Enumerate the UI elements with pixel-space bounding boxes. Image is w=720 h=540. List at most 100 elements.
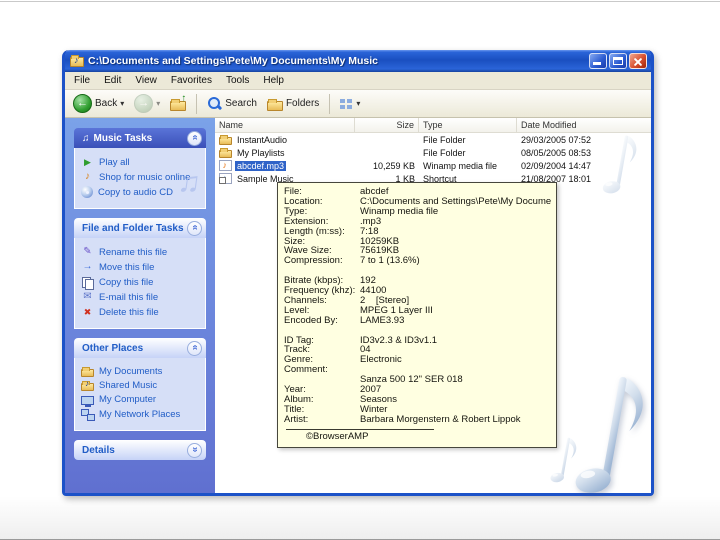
tooltip-line	[284, 326, 551, 336]
column-header[interactable]: Name	[215, 118, 355, 133]
tooltip-line: Frequency (khz): 44100	[284, 286, 387, 296]
task-link[interactable]: Play all	[81, 156, 202, 168]
column-header-row: Name Size Type Date Modified	[215, 118, 651, 133]
table-row[interactable]: My Playlists File Folder 08/05/2005 08:5…	[215, 146, 651, 159]
file-info-tooltip: File: abcdef Location: C:\Documents and …	[277, 182, 557, 448]
task-icon	[81, 171, 94, 183]
other-places-body: My Documents Shared Music My Computer	[74, 358, 206, 431]
task-link[interactable]: Copy this file	[81, 276, 202, 290]
chevron-up-icon[interactable]	[187, 130, 202, 146]
tooltip-line: Extension: .mp3	[284, 216, 382, 227]
tooltip-line: ID Tag: ID3v2.3 & ID3v1.1	[284, 335, 438, 346]
back-button[interactable]: Back	[70, 93, 127, 114]
task-icon	[81, 156, 94, 168]
place-icon	[81, 395, 94, 407]
tooltip-line: Track: 04	[284, 345, 371, 356]
place-link[interactable]: My Network Places	[81, 408, 202, 421]
tooltip-line: Type: Winamp media file	[284, 206, 439, 217]
up-button[interactable]	[167, 93, 189, 112]
details-header[interactable]: Details	[74, 440, 206, 460]
panel-title: File and Folder Tasks	[82, 222, 184, 234]
maximize-button[interactable]	[609, 53, 627, 69]
task-link[interactable]: Rename this file	[81, 246, 202, 258]
task-link[interactable]: Delete this file	[81, 306, 202, 318]
file-icon	[219, 134, 232, 145]
task-icon	[81, 291, 94, 303]
chevron-up-icon[interactable]	[187, 340, 202, 356]
minimize-button[interactable]	[589, 53, 607, 69]
forward-button[interactable]	[131, 93, 163, 114]
menu-item[interactable]: View	[128, 73, 164, 88]
file-tasks-header[interactable]: File and Folder Tasks	[74, 218, 206, 238]
music-note-icon: ♫	[82, 132, 90, 144]
panel-other-places: Other Places My Documents Shared	[74, 338, 206, 431]
panel-details: Details	[74, 440, 206, 460]
tooltip-line: Comment:	[284, 365, 328, 376]
tooltip-line: Encoded By: LAME3.93	[284, 315, 405, 326]
magnifier-icon	[207, 96, 222, 111]
title-bar[interactable]: C:\Documents and Settings\Pete\My Docume…	[65, 50, 651, 72]
task-link[interactable]: E-mail this file	[81, 291, 202, 303]
task-link[interactable]: Copy to audio CD	[81, 186, 202, 198]
views-dropdown-icon	[356, 98, 360, 109]
search-button[interactable]: Search	[204, 95, 260, 112]
place-link[interactable]: My Documents	[81, 366, 202, 377]
toolbar: Back Search Folders	[65, 90, 651, 118]
tooltip-line: Artist: Barbara Morgenstern & Robert Lip…	[284, 414, 521, 425]
place-icon	[81, 380, 94, 391]
file-rows: InstantAudio File Folder 29/03/2005 07:5…	[215, 133, 651, 185]
music-tasks-header[interactable]: ♫ Music Tasks	[74, 128, 206, 148]
tooltip-line: Bitrate (kbps): 192	[284, 276, 376, 287]
task-icon	[81, 276, 94, 290]
views-button[interactable]	[337, 97, 363, 111]
menu-item[interactable]: Help	[256, 73, 291, 88]
tooltip-line: Wave Size: 75619KB	[284, 246, 400, 257]
menu-item[interactable]: Edit	[97, 73, 128, 88]
file-icon	[219, 160, 232, 171]
place-icon	[81, 408, 95, 421]
other-places-header[interactable]: Other Places	[74, 338, 206, 358]
music-folder-icon	[70, 55, 84, 67]
menu-item[interactable]: Tools	[219, 73, 256, 88]
table-row[interactable]: abcdef.mp3 10,259 KB Winamp media file 0…	[215, 159, 651, 172]
column-header[interactable]: Type	[419, 118, 517, 133]
tooltip-line: Year: 2007	[284, 385, 382, 395]
chevron-up-icon[interactable]	[187, 220, 202, 236]
window-title: C:\Documents and Settings\Pete\My Docume…	[88, 55, 378, 67]
panel-title: Details	[82, 444, 115, 456]
toolbar-separator	[196, 93, 198, 114]
place-link[interactable]: Shared Music	[81, 380, 202, 391]
folders-button[interactable]: Folders	[264, 96, 322, 112]
forward-arrow-icon	[134, 94, 154, 113]
music-tasks-body: ♫ Play all Shop for music online	[74, 148, 206, 209]
tooltip-line: Channels: 2 [Stereo]	[284, 295, 410, 306]
file-size: 10,259 KB	[372, 160, 415, 171]
task-link[interactable]: Move this file	[81, 261, 202, 273]
tooltip-line: File: abcdef	[284, 187, 389, 197]
menu-bar: File Edit View Favorites Tools Help	[65, 72, 651, 90]
close-button[interactable]	[629, 53, 647, 69]
music-note-graphic	[575, 377, 643, 493]
tooltip-footer: ©BrowserAMP	[306, 430, 369, 442]
file-type: File Folder	[423, 147, 466, 158]
menu-item[interactable]: File	[67, 73, 97, 88]
back-dropdown-icon[interactable]	[120, 98, 124, 109]
task-icon	[81, 186, 93, 198]
folders-label: Folders	[285, 98, 320, 109]
chevron-down-icon[interactable]	[187, 442, 202, 458]
tooltip-line: Title: Winter	[284, 404, 388, 415]
music-note-watermark-graphic	[599, 132, 639, 199]
table-row[interactable]: InstantAudio File Folder 29/03/2005 07:5…	[215, 133, 651, 146]
panel-file-tasks: File and Folder Tasks Rename this file	[74, 218, 206, 329]
task-link[interactable]: Shop for music online	[81, 171, 202, 183]
file-name: InstantAudio	[237, 134, 288, 145]
file-icon	[219, 147, 232, 158]
tooltip-line: Genre: Electronic	[284, 355, 402, 366]
file-name: My Playlists	[237, 147, 285, 158]
menu-item[interactable]: Favorites	[164, 73, 219, 88]
file-icon	[219, 173, 232, 184]
column-header[interactable]: Size	[355, 118, 419, 133]
place-link[interactable]: My Computer	[81, 394, 202, 407]
tooltip-line: Level: MPEG 1 Layer III	[284, 305, 433, 316]
task-icon	[81, 261, 94, 273]
